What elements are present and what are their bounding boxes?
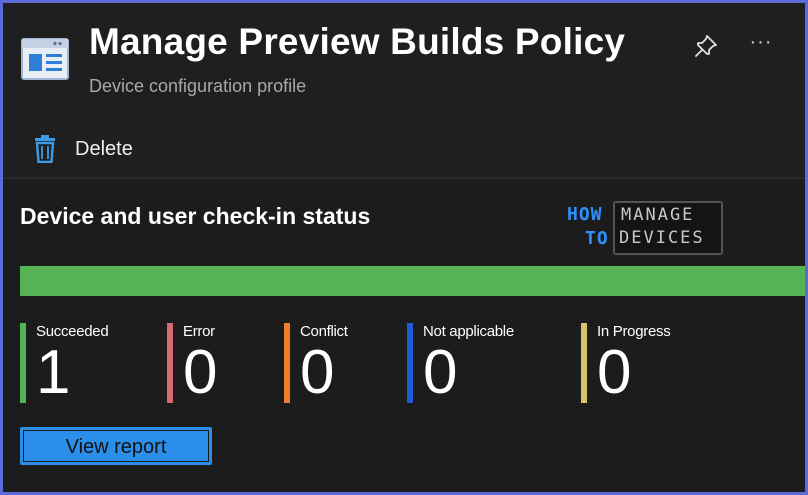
profile-panel: Manage Preview Builds Policy Device conf… <box>0 0 808 495</box>
stat-value: 0 <box>597 338 632 407</box>
logo-to-text: TO <box>585 228 609 249</box>
section-title: Device and user check-in status <box>20 203 371 229</box>
checkin-progress-bar <box>20 266 805 296</box>
stat-color-bar <box>20 323 26 403</box>
stat-value: 0 <box>183 338 218 407</box>
stat-color-bar <box>581 323 587 403</box>
pin-icon[interactable] <box>693 33 719 59</box>
stat-color-bar <box>284 323 290 403</box>
stat-color-bar <box>167 323 173 403</box>
logo-how-text: HOW <box>567 204 603 225</box>
trash-icon <box>35 135 55 163</box>
more-icon[interactable]: ··· <box>747 31 775 55</box>
logo-manage-text: MANAGE <box>621 205 695 225</box>
logo-box: MANAGE DEVICES <box>613 201 723 255</box>
stat-value: 0 <box>300 338 335 407</box>
page-header: Manage Preview Builds Policy Device conf… <box>3 3 805 113</box>
logo-devices-text: DEVICES <box>619 228 705 248</box>
progress-fill-succeeded <box>20 266 805 296</box>
how-to-manage-devices-logo: HOW TO MANAGE DEVICES <box>563 201 725 255</box>
stat-value: 1 <box>36 338 71 407</box>
view-report-button[interactable]: View report <box>20 427 212 465</box>
page-subtitle: Device configuration profile <box>89 76 307 96</box>
stat-color-bar <box>407 323 413 403</box>
stat-value: 0 <box>423 338 458 407</box>
page-title: Manage Preview Builds Policy <box>89 21 626 62</box>
delete-label: Delete <box>75 137 133 160</box>
device-config-icon <box>21 38 69 80</box>
checkin-status-section: Device and user check-in status HOW TO M… <box>3 179 805 492</box>
delete-button[interactable]: Delete <box>33 131 133 167</box>
